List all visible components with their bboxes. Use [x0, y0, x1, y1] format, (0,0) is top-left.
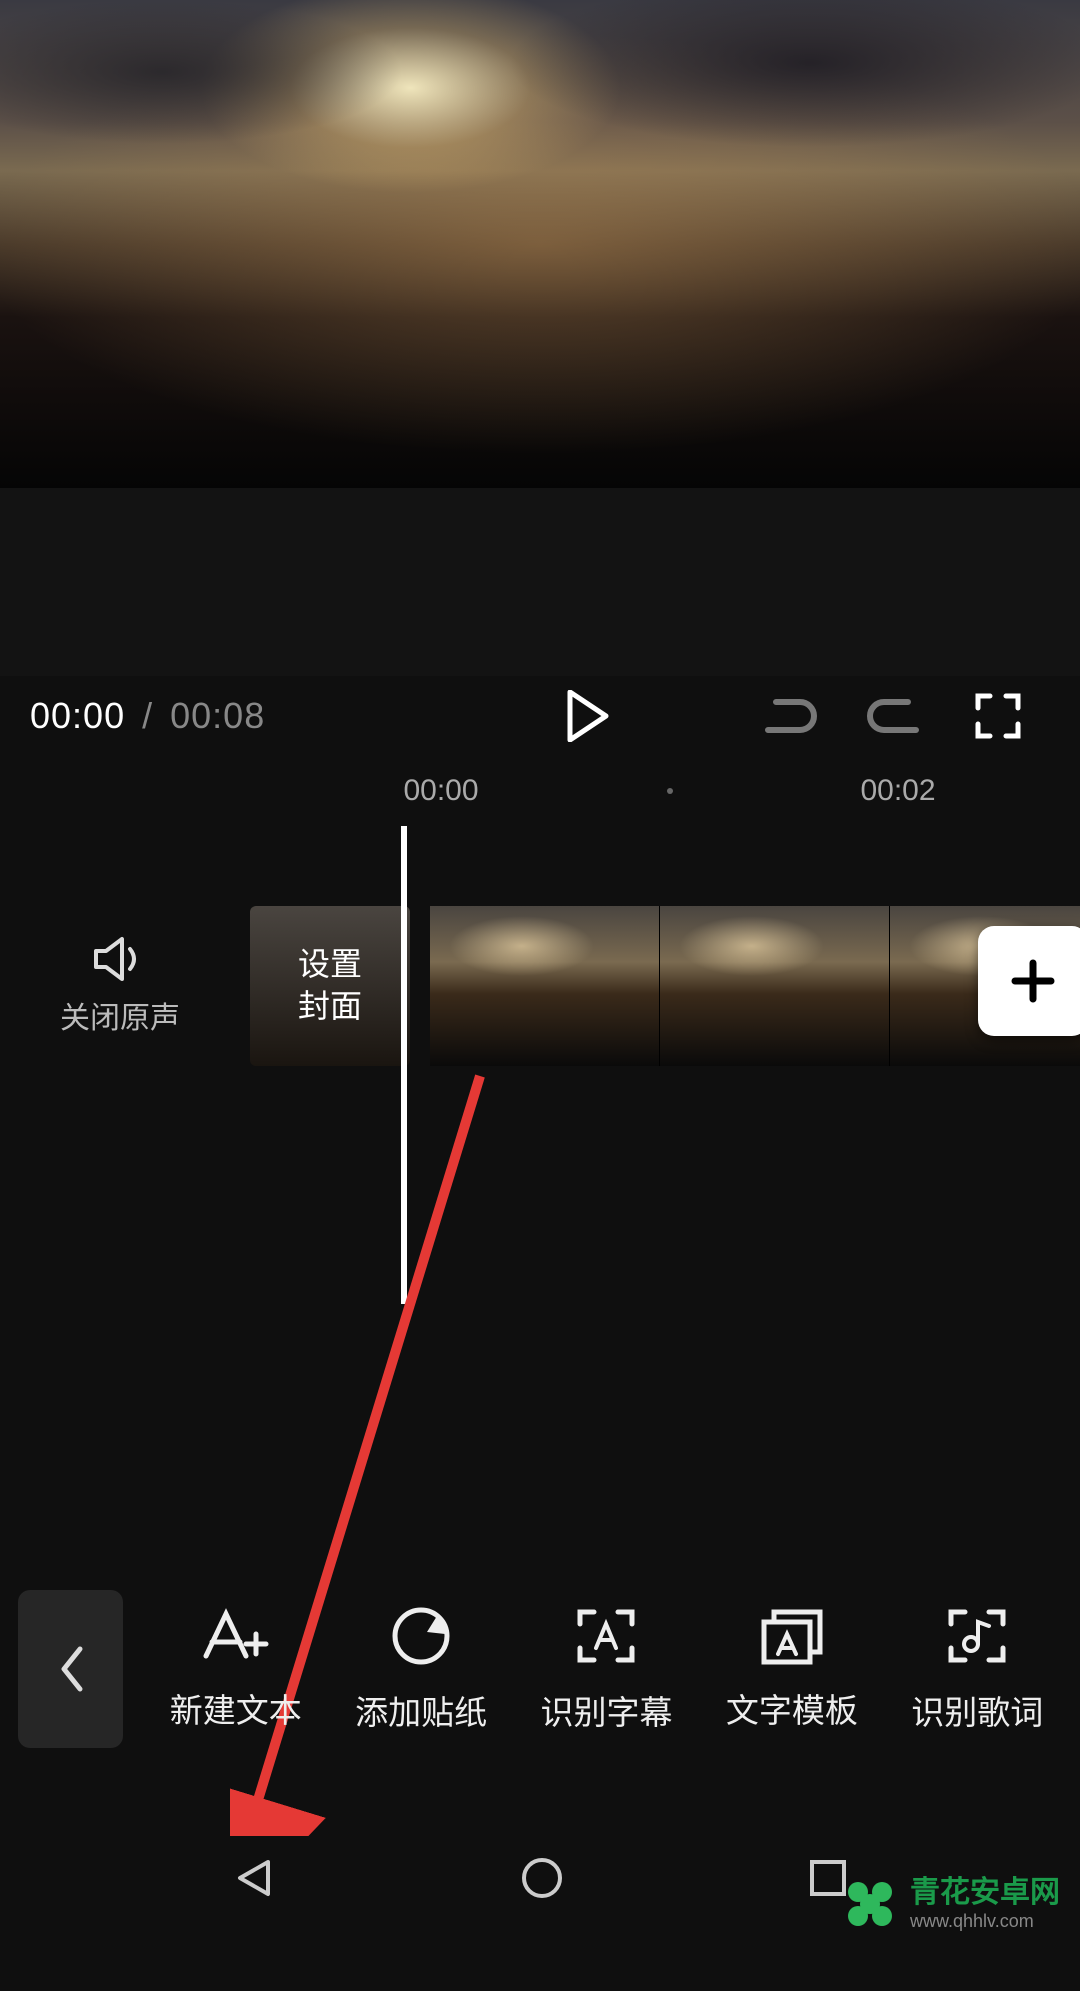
tool-label: 添加贴纸 [355, 1686, 487, 1734]
lyrics-icon [945, 1604, 1009, 1668]
tool-label: 新建文本 [170, 1684, 302, 1732]
clip-frame [660, 906, 890, 1066]
redo-icon [866, 694, 922, 738]
tool-label: 识别字幕 [540, 1686, 672, 1734]
chevron-left-icon [56, 1643, 86, 1695]
tool-label: 识别歌词 [911, 1686, 1043, 1734]
playhead[interactable] [401, 826, 407, 1304]
time-display: 00:00 / 00:08 [30, 695, 265, 737]
clip-frame [430, 906, 660, 1066]
timeline-ruler[interactable]: 00:00 00:02 [0, 756, 1080, 826]
total-time: 00:08 [170, 695, 265, 736]
back-button[interactable] [18, 1590, 123, 1748]
play-button[interactable] [558, 686, 618, 746]
time-separator: / [142, 695, 153, 736]
watermark: 青花安卓网 www.qhhlv.com [838, 1872, 1060, 1936]
mute-label: 关闭原声 [60, 993, 180, 1037]
ruler-tick [667, 788, 673, 794]
ruler-mark-0: 00:00 [403, 774, 478, 808]
undo-icon [762, 694, 818, 738]
transport-bar: 00:00 / 00:08 [0, 676, 1080, 756]
subtitle-icon [574, 1604, 638, 1668]
play-icon [566, 690, 610, 742]
preview-gap [0, 488, 1080, 676]
ruler-mark-1: 00:02 [860, 774, 935, 808]
plus-icon [1005, 953, 1061, 1009]
circle-home-icon [518, 1854, 566, 1902]
text-add-icon [200, 1606, 272, 1666]
text-template-button[interactable]: 文字模板 [707, 1606, 877, 1732]
recognize-subtitle-button[interactable]: 识别字幕 [521, 1604, 691, 1734]
new-text-button[interactable]: 新建文本 [151, 1606, 321, 1732]
set-cover-button[interactable]: 设置 封面 [250, 906, 410, 1066]
add-sticker-button[interactable]: 添加贴纸 [336, 1604, 506, 1734]
tool-label: 文字模板 [726, 1684, 858, 1732]
bottom-toolbar: 新建文本 添加贴纸 识别字幕 文字模板 [0, 1569, 1080, 1769]
nav-back-button[interactable] [230, 1854, 278, 1907]
nav-home-button[interactable] [518, 1854, 566, 1907]
fullscreen-button[interactable] [968, 686, 1028, 746]
timeline-area[interactable]: 关闭原声 设置 封面 [0, 826, 1080, 1304]
speaker-icon [92, 935, 148, 983]
text-template-icon [758, 1606, 826, 1666]
undo-button[interactable] [760, 686, 820, 746]
recognize-lyrics-button[interactable]: 识别歌词 [892, 1604, 1062, 1734]
fullscreen-icon [974, 692, 1022, 740]
add-clip-button[interactable] [978, 926, 1080, 1036]
watermark-logo-icon [838, 1872, 902, 1936]
sticker-icon [389, 1604, 453, 1668]
current-time: 00:00 [30, 695, 125, 736]
watermark-title: 青花安卓网 [910, 1878, 1060, 1908]
mute-audio-button[interactable]: 关闭原声 [0, 935, 240, 1037]
video-preview[interactable] [0, 0, 1080, 488]
cover-label-1: 设置 [298, 944, 362, 986]
cover-label-2: 封面 [298, 986, 362, 1028]
watermark-sub: www.qhhlv.com [910, 1912, 1060, 1930]
preview-rays [324, 60, 756, 320]
redo-button[interactable] [864, 686, 924, 746]
triangle-back-icon [230, 1854, 278, 1902]
